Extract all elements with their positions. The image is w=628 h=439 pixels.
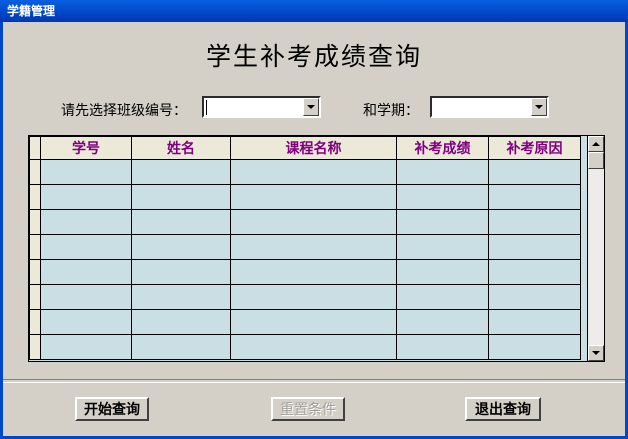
scroll-down-button[interactable] [588,345,604,361]
class-combo-dropdown-button[interactable] [303,98,319,116]
table-cell[interactable] [396,209,489,235]
row-selector-header [29,136,41,160]
row-selector[interactable] [29,309,41,335]
table-cell[interactable] [396,184,489,210]
table-cell[interactable] [230,159,397,185]
table-cell[interactable] [488,184,581,210]
column-header[interactable]: 补考成绩 [396,136,489,160]
column-header[interactable]: 课程名称 [230,136,397,160]
table-cell[interactable] [488,259,581,285]
table-row[interactable] [29,259,581,285]
table-cell[interactable] [40,234,132,260]
table-cell[interactable] [40,184,132,210]
table-cell[interactable] [230,259,397,285]
table-row[interactable] [29,334,581,360]
row-selector[interactable] [29,184,41,210]
arrow-down-icon [592,351,600,355]
table-cell[interactable] [396,334,489,360]
table-row[interactable] [29,209,581,235]
scroll-thumb[interactable] [588,152,604,169]
row-selector[interactable] [29,159,41,185]
row-selector[interactable] [29,334,41,360]
arrow-up-icon [592,142,600,146]
column-header[interactable]: 学号 [40,136,132,160]
table-cell[interactable] [131,184,231,210]
table-row[interactable] [29,284,581,310]
table-cell[interactable] [488,209,581,235]
table-cell[interactable] [40,309,132,335]
table-cell[interactable] [230,234,397,260]
main-window: 学生补考成绩查询 请先选择班级编号： 和学期： 学号 姓名 课程名称 补考成绩 … [0,22,628,439]
window-title: 学籍管理 [7,4,56,18]
table-cell[interactable] [396,284,489,310]
row-selector[interactable] [29,284,41,310]
page-title: 学生补考成绩查询 [205,42,422,71]
reset-conditions-button[interactable]: 重置条件 [271,397,345,421]
table-cell[interactable] [396,159,489,185]
table-cell[interactable] [131,309,231,335]
table-cell[interactable] [40,259,132,285]
grid-vertical-scrollbar[interactable] [587,136,604,361]
start-query-button[interactable]: 开始查询 [75,397,149,421]
text-cursor [206,100,207,115]
table-cell[interactable] [40,159,132,185]
table-row[interactable] [29,184,581,210]
table-cell[interactable] [40,334,132,360]
scroll-up-button[interactable] [588,136,604,152]
row-selector[interactable] [29,234,41,260]
table-cell[interactable] [131,209,231,235]
divider [3,379,625,383]
term-label: 和学期： [363,103,419,119]
table-row[interactable] [29,234,581,260]
results-table: 学号 姓名 课程名称 补考成绩 补考原因 [29,136,581,360]
table-cell[interactable] [131,234,231,260]
chevron-down-icon [307,105,315,109]
term-combo-dropdown-button[interactable] [531,98,547,116]
window-title-bar[interactable]: 学籍管理 [0,0,628,22]
table-cell[interactable] [396,309,489,335]
table-cell[interactable] [488,234,581,260]
chevron-down-icon [535,105,543,109]
table-cell[interactable] [396,259,489,285]
row-selector[interactable] [29,259,41,285]
grid-header-row: 学号 姓名 课程名称 补考成绩 补考原因 [29,136,581,160]
column-header[interactable]: 姓名 [131,136,231,160]
table-cell[interactable] [230,209,397,235]
table-cell[interactable] [131,259,231,285]
results-grid[interactable]: 学号 姓名 课程名称 补考成绩 补考原因 [28,135,605,362]
table-cell[interactable] [396,234,489,260]
term-combo[interactable] [430,96,549,118]
table-cell[interactable] [488,334,581,360]
table-cell[interactable] [488,284,581,310]
table-cell[interactable] [131,159,231,185]
table-cell[interactable] [131,334,231,360]
table-cell[interactable] [230,184,397,210]
row-selector[interactable] [29,209,41,235]
exit-query-button[interactable]: 退出查询 [465,397,541,421]
table-cell[interactable] [230,334,397,360]
table-cell[interactable] [230,309,397,335]
class-combo[interactable] [202,96,321,118]
table-cell[interactable] [40,284,132,310]
table-cell[interactable] [40,209,132,235]
table-row[interactable] [29,309,581,335]
table-cell[interactable] [488,159,581,185]
table-cell[interactable] [230,284,397,310]
column-header[interactable]: 补考原因 [488,136,581,160]
class-label: 请先选择班级编号： [61,103,187,119]
table-cell[interactable] [488,309,581,335]
table-cell[interactable] [131,284,231,310]
table-row[interactable] [29,159,581,185]
